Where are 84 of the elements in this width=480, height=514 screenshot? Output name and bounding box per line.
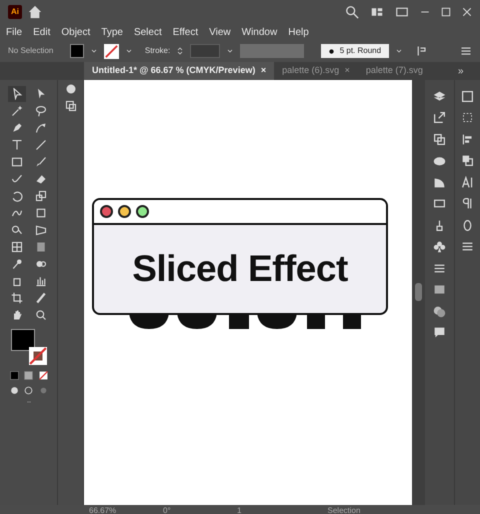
caret-icon[interactable] bbox=[90, 47, 98, 55]
export-icon bbox=[433, 111, 446, 124]
eraser-icon bbox=[34, 173, 46, 185]
stroke-none-swatch[interactable] bbox=[28, 346, 46, 364]
caret-icon[interactable] bbox=[395, 47, 404, 55]
stepper-icon[interactable] bbox=[176, 45, 184, 57]
stroke-lines-icon bbox=[433, 262, 446, 274]
menu-item[interactable]: Window bbox=[242, 24, 278, 40]
rotate-icon bbox=[10, 190, 22, 202]
tool-button[interactable] bbox=[8, 86, 26, 102]
artwork-heading: Sliced Effect bbox=[132, 247, 348, 292]
gradient-swatch-icon[interactable] bbox=[24, 371, 33, 380]
maximize-icon[interactable] bbox=[441, 7, 451, 17]
pathfinder-icon bbox=[461, 154, 474, 167]
fill-swatch[interactable] bbox=[10, 328, 34, 350]
transparency-icon bbox=[433, 304, 446, 318]
type-icon bbox=[10, 139, 22, 151]
zoom-field[interactable]: 66.67% bbox=[89, 505, 149, 514]
paintbrush-icon bbox=[34, 156, 46, 168]
zoom-icon bbox=[34, 309, 46, 321]
lasso-icon bbox=[34, 105, 46, 117]
document-tab[interactable]: palette (6).svg × bbox=[274, 62, 358, 80]
close-icon[interactable] bbox=[462, 7, 472, 17]
rotation-field[interactable]: 0° bbox=[163, 505, 223, 514]
paragraph-icon bbox=[461, 197, 474, 210]
pen-icon bbox=[10, 122, 22, 134]
eyedropper-icon bbox=[10, 258, 22, 270]
artboard-field[interactable]: 1 bbox=[237, 505, 297, 514]
list-icon[interactable] bbox=[460, 45, 472, 57]
rectangle-icon bbox=[10, 156, 22, 168]
scale-icon bbox=[34, 190, 46, 202]
artboards-icon bbox=[433, 132, 446, 146]
transform-icon bbox=[461, 111, 474, 124]
menu-item[interactable]: Help bbox=[288, 24, 309, 40]
caret-icon[interactable] bbox=[226, 47, 234, 55]
tab-close-icon[interactable]: × bbox=[260, 64, 266, 78]
slice-icon bbox=[34, 292, 46, 304]
curvature-pen-icon bbox=[34, 122, 46, 134]
perspective-grid-icon bbox=[34, 224, 46, 236]
scrollbar-thumb[interactable] bbox=[415, 283, 422, 301]
shaper-icon bbox=[10, 173, 22, 185]
color-swatch-icon[interactable] bbox=[10, 371, 18, 380]
brush-dropdown[interactable]: 5 pt. Round bbox=[321, 44, 390, 58]
menu-item[interactable]: Type bbox=[101, 24, 123, 40]
caret-icon[interactable] bbox=[125, 47, 134, 55]
magic-wand-icon bbox=[10, 105, 22, 117]
none-swatch-icon[interactable] bbox=[38, 371, 48, 380]
align-icon bbox=[461, 132, 474, 146]
home-icon[interactable] bbox=[28, 5, 42, 19]
menu-item[interactable]: View bbox=[209, 24, 231, 40]
menu-item[interactable]: Effect bbox=[172, 24, 198, 40]
fill-swatch[interactable] bbox=[70, 44, 84, 58]
line-icon bbox=[34, 139, 46, 151]
selection-label: No Selection bbox=[8, 45, 54, 57]
stroke-label: Stroke: bbox=[144, 45, 170, 57]
stroke-none-swatch[interactable] bbox=[104, 44, 120, 58]
mesh-icon bbox=[10, 241, 22, 253]
layers-icon bbox=[433, 90, 446, 102]
tab-close-icon[interactable]: × bbox=[344, 64, 350, 78]
align-icon[interactable] bbox=[416, 45, 428, 57]
club-icon bbox=[433, 240, 446, 253]
menu-item[interactable]: Edit bbox=[33, 24, 50, 40]
artboard-icon bbox=[10, 292, 22, 304]
app-logo: Ai bbox=[8, 5, 22, 19]
dot-icon bbox=[329, 48, 334, 54]
stroke-weight-field[interactable] bbox=[190, 44, 220, 58]
menu-item[interactable]: File bbox=[6, 24, 22, 40]
panel-icon[interactable] bbox=[395, 6, 409, 18]
layout-icon[interactable] bbox=[370, 6, 384, 18]
layers-square-icon[interactable] bbox=[64, 100, 76, 112]
status-tool-label[interactable]: Selection bbox=[328, 505, 360, 514]
selection-arrow-icon bbox=[10, 88, 22, 100]
search-icon[interactable] bbox=[345, 5, 359, 19]
document-tab[interactable]: Untitled-1* @ 66.67 % (CMYK/Preview) × bbox=[84, 62, 274, 80]
comment-icon bbox=[433, 326, 446, 339]
variable-width-field[interactable] bbox=[240, 44, 304, 58]
character-icon bbox=[461, 176, 474, 188]
tab-overflow-button[interactable]: » bbox=[458, 64, 464, 78]
blend-icon bbox=[34, 258, 46, 270]
document-tab[interactable]: palette (7).svg bbox=[358, 62, 431, 80]
menu-item[interactable]: Object bbox=[61, 24, 90, 40]
menu-item[interactable]: Select bbox=[134, 24, 162, 40]
properties-sliders-icon bbox=[461, 240, 474, 253]
bar-chart-icon bbox=[34, 275, 46, 287]
